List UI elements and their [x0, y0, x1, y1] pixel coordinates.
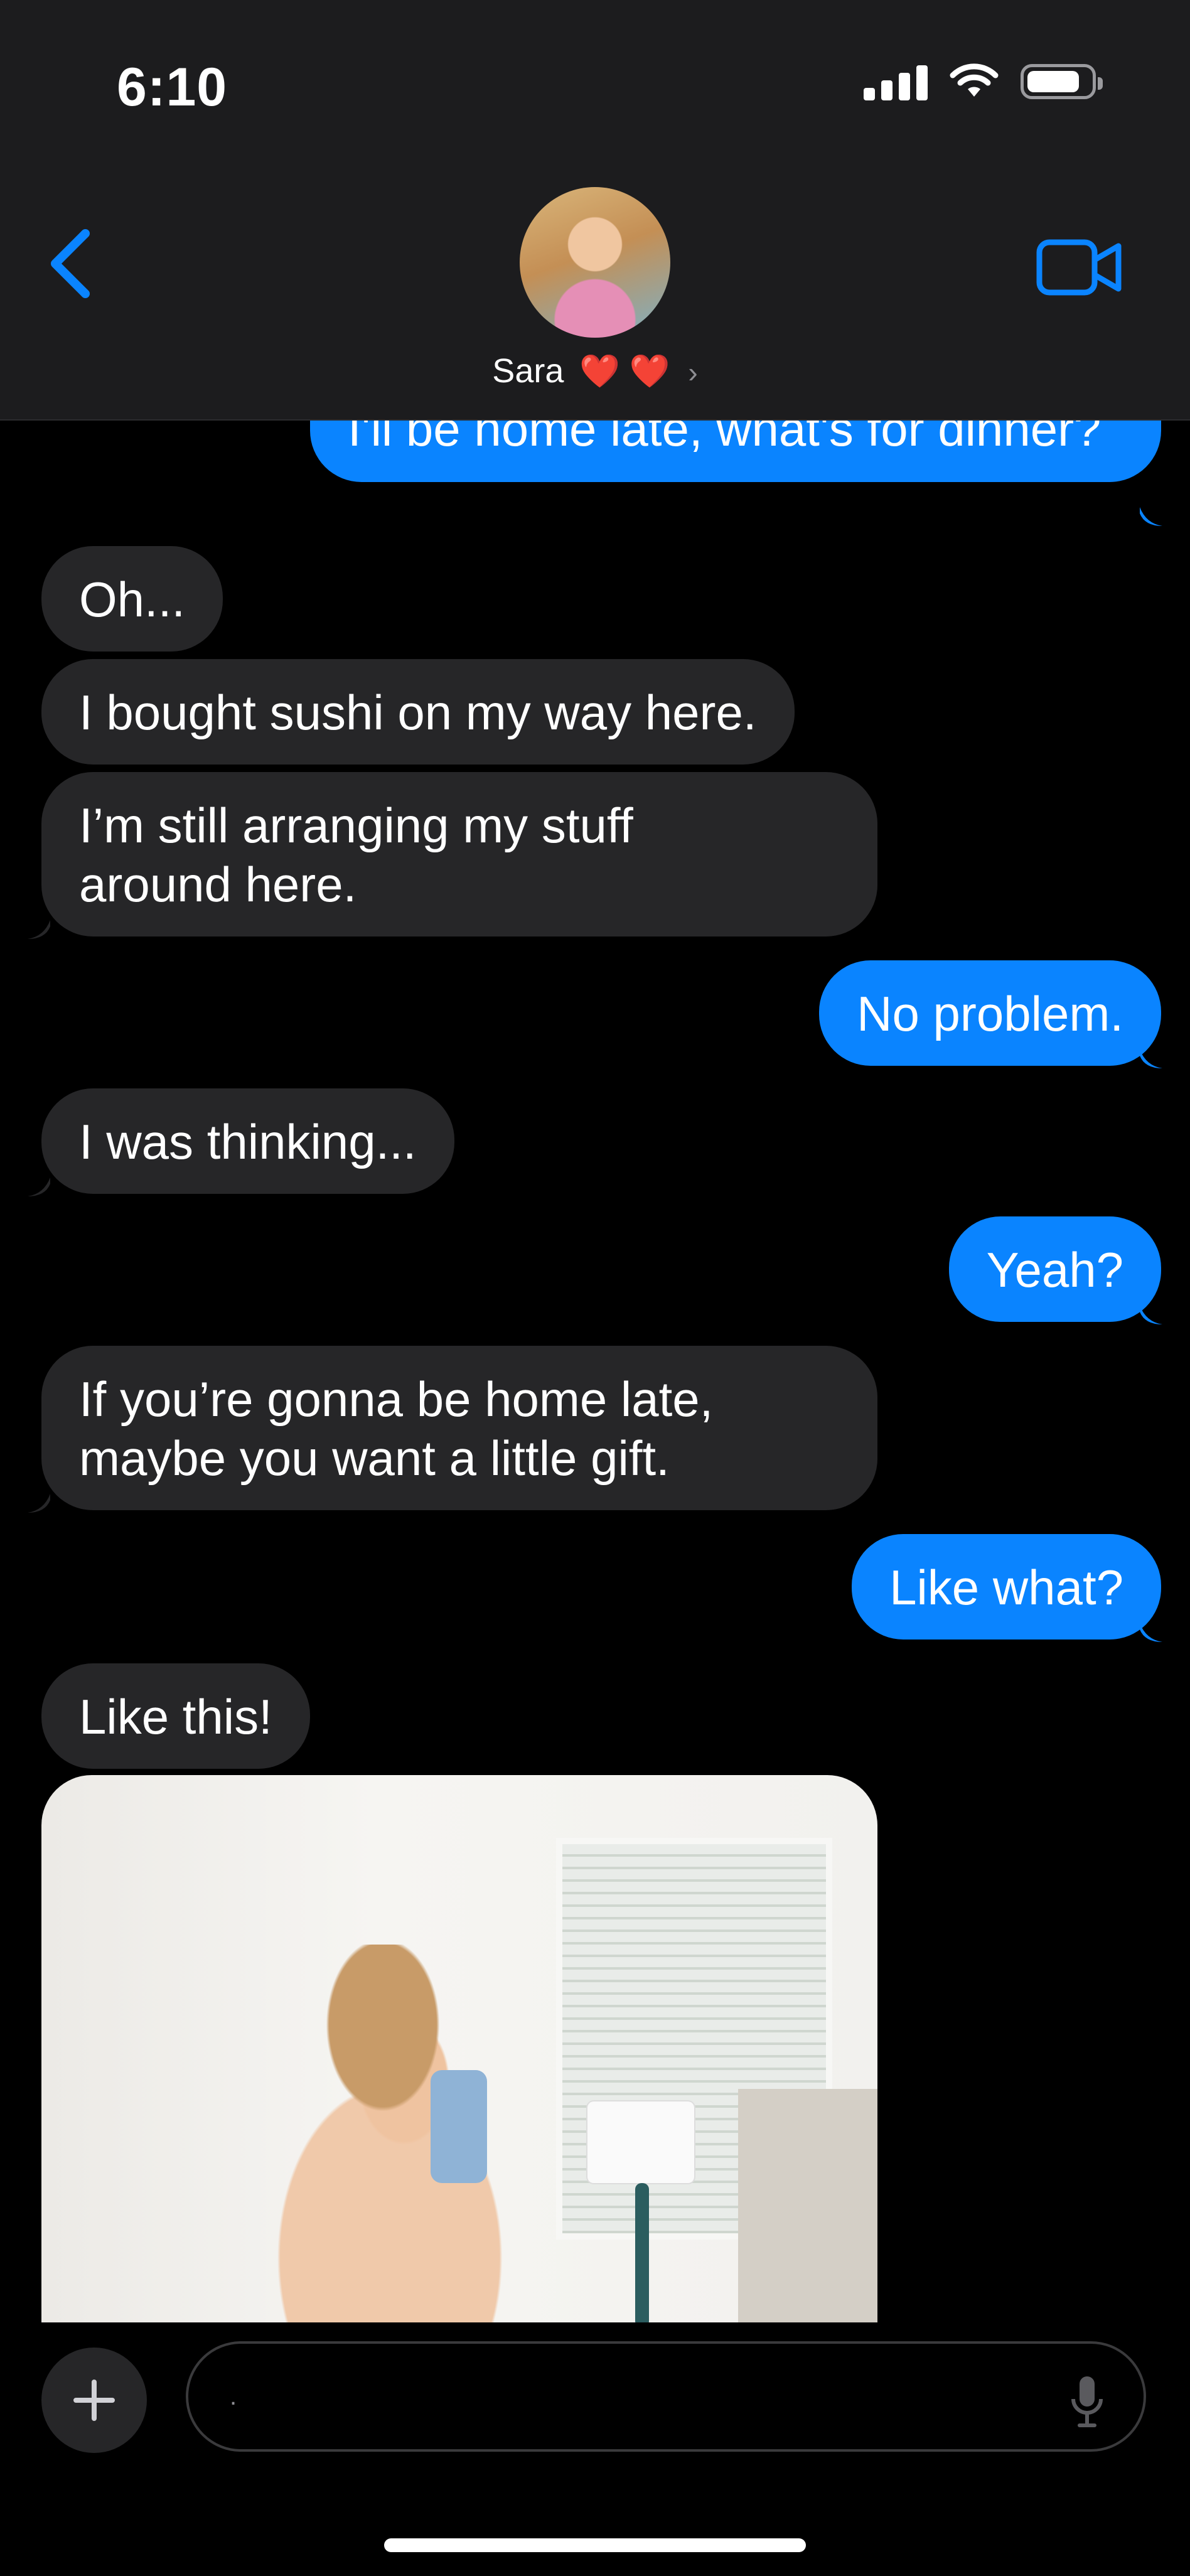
home-indicator[interactable]: [384, 2538, 806, 2552]
message-bubble-incoming[interactable]: I bought sushi on my way here.: [41, 659, 795, 765]
bubble-tail: [1140, 1049, 1162, 1068]
message-bubble-incoming[interactable]: Like this!: [41, 1663, 310, 1769]
plus-button[interactable]: [41, 2348, 147, 2453]
message-text: I was thinking...: [79, 1114, 417, 1169]
cellular-signal-icon: [864, 63, 928, 100]
message-bubble-incoming[interactable]: Oh...: [41, 546, 223, 652]
message-text: Like what?: [889, 1560, 1123, 1615]
message-bubble-incoming[interactable]: I’m still arranging my stuff around here…: [41, 772, 877, 936]
conversation-header: 6:10 Sara ❤️ ❤️ ›: [0, 0, 1190, 421]
message-input-field[interactable]: [186, 2341, 1146, 2452]
contact-name: Sara: [492, 352, 564, 390]
message-text: Like this!: [79, 1689, 272, 1744]
back-chevron-icon[interactable]: [44, 226, 94, 301]
status-icons: [864, 63, 1103, 100]
message-text: I’m still arranging my stuff around here…: [79, 798, 633, 912]
message-bubble-outgoing[interactable]: No problem.: [819, 960, 1161, 1066]
message-composer: [0, 2322, 1190, 2576]
message-text: Oh...: [79, 572, 186, 627]
heart-icons: ❤️ ❤️: [579, 353, 670, 390]
photo-attachment[interactable]: [41, 1775, 877, 2327]
bubble-tail: [1140, 1306, 1162, 1324]
plus-icon: [73, 2380, 115, 2421]
bubble-tail: [28, 920, 50, 939]
microphone-icon[interactable]: [1068, 2374, 1106, 2430]
message-bubble-incoming[interactable]: I was thinking...: [41, 1088, 454, 1194]
contact-avatar[interactable]: [520, 187, 670, 338]
battery-icon: [1021, 64, 1103, 99]
status-time: 6:10: [117, 57, 228, 117]
video-camera-icon[interactable]: [1036, 237, 1123, 298]
bubble-tail: [28, 1494, 50, 1513]
message-text: No problem.: [857, 986, 1123, 1041]
message-text: I bought sushi on my way here.: [79, 685, 757, 740]
message-input[interactable]: [228, 2381, 1047, 2412]
bubble-tail: [28, 1178, 50, 1196]
bubble-tail: [1140, 1623, 1162, 1642]
contact-name-row[interactable]: Sara ❤️ ❤️ ›: [0, 352, 1190, 390]
wifi-icon: [950, 63, 999, 97]
message-bubble-incoming[interactable]: If you’re gonna be home late, maybe you …: [41, 1346, 877, 1510]
message-text: Yeah?: [986, 1242, 1123, 1297]
message-bubble-outgoing[interactable]: Like what?: [852, 1534, 1161, 1640]
bubble-tail: [1140, 507, 1162, 526]
message-bubble-outgoing[interactable]: Yeah?: [948, 1216, 1161, 1322]
message-text: If you’re gonna be home late, maybe you …: [79, 1371, 714, 1486]
chevron-right-icon: ›: [688, 356, 698, 389]
